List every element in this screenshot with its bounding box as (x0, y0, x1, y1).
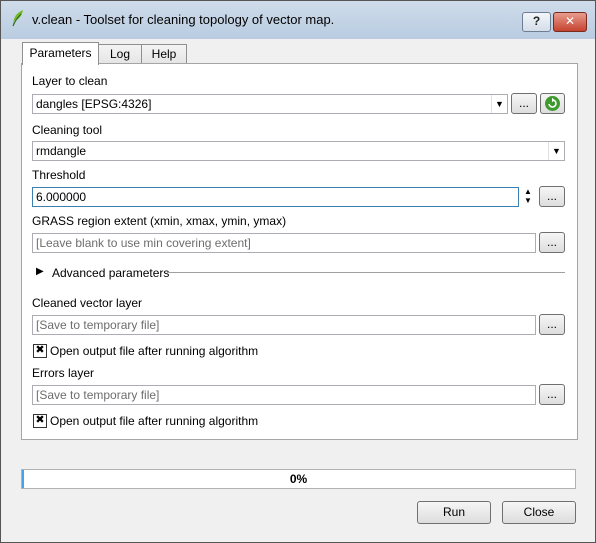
spin-down-icon[interactable]: ▼ (520, 196, 536, 205)
cleaning-tool-label: Cleaning tool (32, 123, 103, 137)
errors-layer-label: Errors layer (32, 366, 95, 380)
tab-help[interactable]: Help (141, 44, 187, 64)
errors-layer-browse-button[interactable]: ... (539, 384, 565, 405)
chevron-down-icon: ▼ (548, 142, 564, 160)
errors-open-label[interactable]: Open output file after running algorithm (50, 414, 258, 428)
close-window-button[interactable]: ✕ (553, 12, 587, 32)
layer-browse-button[interactable]: ... (511, 93, 537, 114)
spin-up-icon[interactable]: ▲ (520, 187, 536, 196)
run-button[interactable]: Run (417, 501, 491, 524)
cleaned-open-checkbox[interactable]: ✖ (33, 344, 47, 358)
layer-select[interactable]: dangles [EPSG:4326] ▼ (32, 94, 508, 114)
refresh-layer-button[interactable] (540, 93, 565, 114)
errors-open-checkbox[interactable]: ✖ (33, 414, 47, 428)
threshold-input[interactable]: 6.000000 (32, 187, 519, 207)
cleaning-tool-select[interactable]: rmdangle ▼ (32, 141, 565, 161)
region-extent-label: GRASS region extent (xmin, xmax, ymin, y… (32, 214, 287, 228)
region-extent-input[interactable]: [Leave blank to use min covering extent] (32, 233, 536, 253)
progress-text: 0% (289, 472, 308, 486)
cleaned-layer-label: Cleaned vector layer (32, 296, 143, 310)
tab-log[interactable]: Log (97, 44, 143, 64)
cleaned-open-label[interactable]: Open output file after running algorithm (50, 344, 258, 358)
cleaning-tool-value: rmdangle (36, 144, 87, 158)
cleaned-layer-browse-button[interactable]: ... (539, 314, 565, 335)
layer-select-value: dangles [EPSG:4326] (36, 97, 152, 111)
advanced-divider (167, 272, 565, 273)
errors-layer-input[interactable]: [Save to temporary file] (32, 385, 536, 405)
chevron-down-icon: ▼ (491, 95, 507, 113)
threshold-spinner[interactable]: ▲ ▼ (520, 187, 536, 207)
window-title: v.clean - Toolset for cleaning topology … (32, 12, 335, 27)
advanced-parameters-toggle[interactable]: Advanced parameters (52, 266, 169, 280)
help-button[interactable]: ? (522, 12, 551, 32)
progress-bar: 0% (21, 469, 576, 489)
expand-triangle-icon[interactable]: ▶ (36, 266, 44, 277)
close-button[interactable]: Close (502, 501, 576, 524)
dialog-window: v.clean - Toolset for cleaning topology … (0, 0, 596, 543)
title-bar[interactable]: v.clean - Toolset for cleaning topology … (1, 1, 595, 39)
threshold-label: Threshold (32, 168, 86, 182)
qgis-logo-icon (12, 10, 23, 27)
refresh-icon (545, 96, 560, 111)
cleaned-layer-input[interactable]: [Save to temporary file] (32, 315, 536, 335)
tab-parameters[interactable]: Parameters (22, 42, 99, 65)
parameters-panel: Layer to clean dangles [EPSG:4326] ▼ ...… (21, 63, 578, 440)
threshold-browse-button[interactable]: ... (539, 186, 565, 207)
region-extent-browse-button[interactable]: ... (539, 232, 565, 253)
layer-to-clean-label: Layer to clean (32, 74, 108, 88)
